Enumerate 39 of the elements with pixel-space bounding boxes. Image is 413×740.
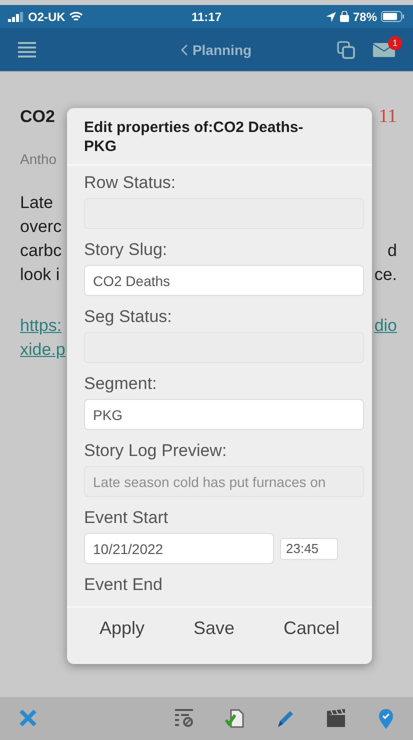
signal-icon: [8, 12, 24, 22]
chevron-left-icon: [181, 44, 188, 56]
battery-icon: [381, 11, 405, 22]
field-label: Segment:: [84, 373, 158, 395]
story-text: overc: [20, 216, 62, 238]
date-field[interactable]: 10/21/2022: [84, 533, 274, 564]
wifi-icon: [69, 11, 84, 22]
story-text: ce.: [374, 264, 397, 286]
clapperboard-icon: [324, 708, 346, 730]
clock-time: 11:17: [191, 10, 222, 24]
dialog-title: Edit properties of:CO2 Deaths-PKG: [67, 108, 372, 166]
save-button[interactable]: Save: [183, 614, 245, 643]
field-label: Row Status:: [84, 172, 177, 194]
author-name: Antho: [20, 150, 57, 169]
story-title: CO2: [20, 106, 55, 128]
field-label: Event Start: [84, 507, 170, 529]
text-field[interactable]: PKG: [84, 399, 364, 430]
battery-percent: 78%: [352, 10, 377, 24]
story-count: 11: [378, 105, 397, 129]
apply-button[interactable]: Apply: [89, 614, 155, 643]
checklist-icon: [173, 708, 195, 730]
notification-badge: 1: [388, 36, 402, 50]
field-label: Event End: [84, 574, 164, 596]
story-text: d: [388, 240, 397, 262]
story-text: carbc: [20, 240, 62, 262]
cancel-button[interactable]: Cancel: [273, 614, 350, 643]
field-label: Seg Status:: [84, 306, 173, 328]
menu-icon[interactable]: [18, 42, 36, 58]
copy-icon[interactable]: [337, 40, 355, 58]
text-field[interactable]: CO2 Deaths: [84, 265, 364, 296]
carrier-name: O2-UK: [28, 10, 66, 24]
field-label: Story Log Preview:: [84, 440, 228, 462]
story-text: Late: [20, 192, 54, 214]
field-label: Story Slug:: [84, 239, 168, 261]
location-arrow-icon: [326, 12, 336, 22]
text-field: Late season cold has put furnaces on: [84, 466, 364, 497]
time-field[interactable]: 23:45: [280, 538, 338, 560]
document-check-icon: [224, 708, 246, 730]
story-text: look i: [20, 264, 60, 286]
